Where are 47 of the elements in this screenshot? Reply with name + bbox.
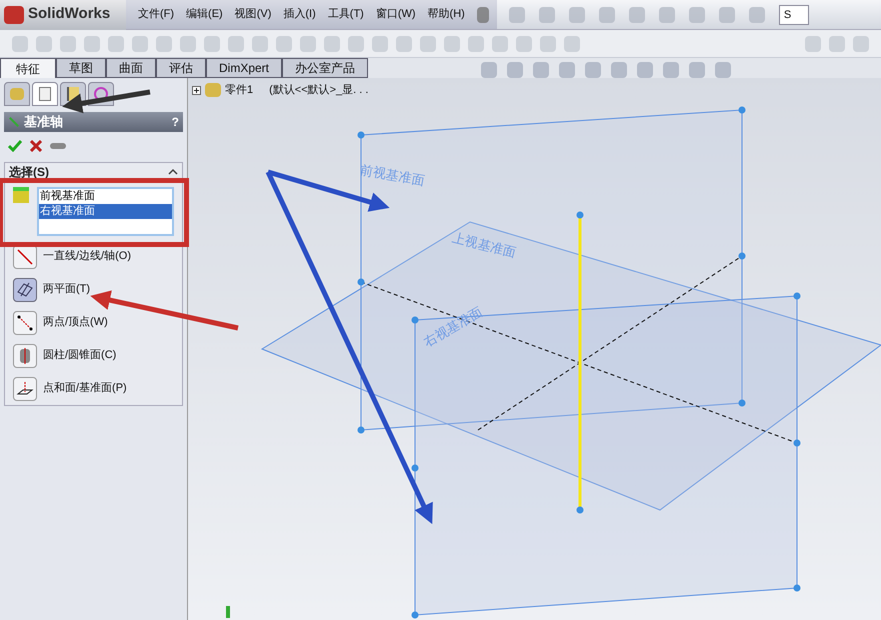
ok-icon[interactable]	[8, 140, 22, 152]
menu-item[interactable]: 工具(T)	[328, 6, 364, 23]
tab[interactable]: 评估	[156, 58, 206, 78]
option-button[interactable]	[13, 278, 37, 302]
option-label: 两点/顶点(W)	[43, 314, 108, 330]
option-label: 一直线/边线/轴(O)	[43, 249, 131, 264]
option-button[interactable]	[13, 376, 37, 400]
option-button[interactable]	[13, 310, 37, 334]
option-label: 两平面(T)	[43, 282, 90, 298]
app-title: SolidWorks	[28, 4, 110, 24]
points-icon	[15, 312, 35, 332]
tab[interactable]: DimXpert	[206, 58, 282, 78]
menu-item[interactable]: 编辑(E)	[186, 6, 223, 23]
plane-label: 前视基准面	[358, 160, 426, 190]
menu-item[interactable]: 插入(I)	[283, 6, 316, 23]
triad-icon	[226, 606, 230, 618]
panel-title: 基准轴	[24, 113, 63, 132]
menu-item[interactable]: 窗口(W)	[376, 6, 416, 23]
menu-item[interactable]: 帮助(H)	[428, 6, 465, 23]
cancel-icon[interactable]	[30, 140, 42, 152]
help-button[interactable]: ?	[172, 113, 179, 131]
search-field[interactable]: S	[778, 4, 809, 24]
line-icon	[15, 246, 35, 266]
selection-list[interactable]: 前视基准面 右视基准面	[37, 187, 174, 236]
option-label: 圆柱/圆锥面(C)	[43, 348, 116, 364]
feature-tab[interactable]	[4, 82, 30, 106]
expand-icon[interactable]	[192, 86, 201, 95]
tab[interactable]: 特征	[0, 58, 56, 78]
part-icon	[205, 83, 221, 98]
cube-icon	[13, 187, 29, 203]
tab[interactable]: 曲面	[106, 58, 156, 78]
property-tab[interactable]	[32, 82, 58, 106]
axis-icon	[9, 117, 19, 127]
menu-item[interactable]: 文件(F)	[138, 6, 174, 23]
plane-label: 上视基准面	[450, 228, 518, 262]
logo-icon	[4, 6, 24, 24]
tab[interactable]: 草图	[56, 58, 106, 78]
selection-item[interactable]: 右视基准面	[39, 204, 172, 219]
tab[interactable]: 办公室产品	[282, 58, 368, 78]
plane-label: 右视基准面	[420, 303, 486, 352]
collapse-icon[interactable]	[168, 168, 178, 176]
option-label: 点和面/基准面(P)	[43, 380, 127, 396]
menu-item[interactable]: 视图(V)	[234, 6, 272, 23]
config-label: (默认<<默认>_显. . .	[269, 83, 368, 98]
section-title: 选择(S)	[9, 164, 49, 180]
part-name[interactable]: 零件1	[225, 82, 254, 98]
selection-item[interactable]: 前视基准面	[39, 189, 172, 204]
